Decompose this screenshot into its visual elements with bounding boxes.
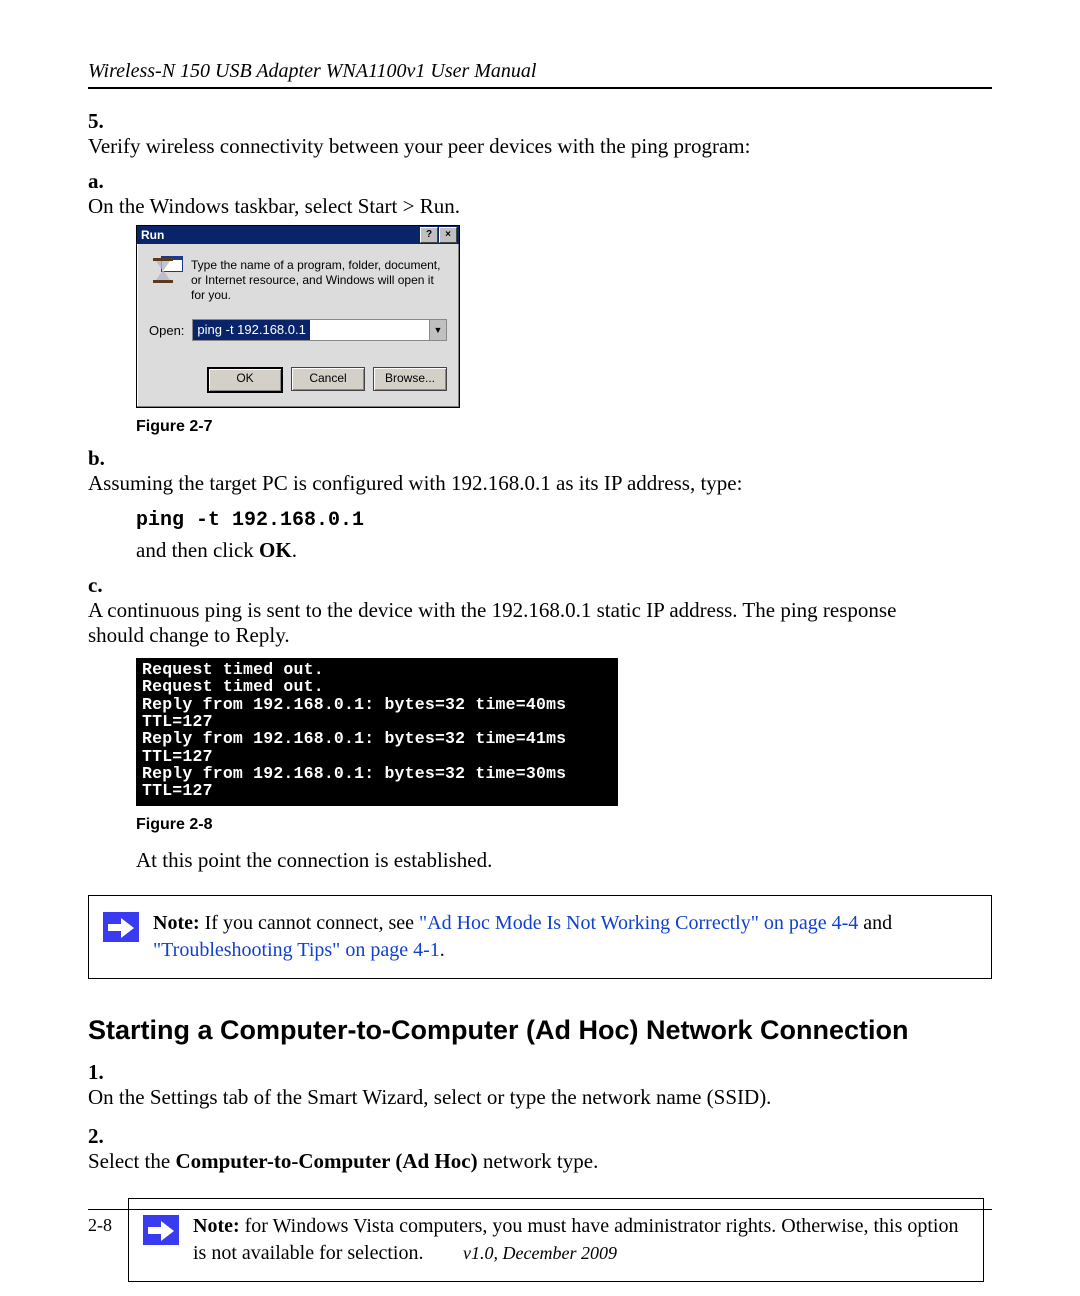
note-label: Note: <box>153 912 205 934</box>
step-5a-text: On the Windows taskbar, select Start > R… <box>88 194 930 219</box>
step-5c-text: A continuous ping is sent to the device … <box>88 598 930 648</box>
console-line: Reply from 192.168.0.1: bytes=32 time=41… <box>142 730 612 765</box>
manual-page: Wireless-N 150 USB Adapter WNA1100v1 Use… <box>0 0 1080 1296</box>
run-description: Type the name of a program, folder, docu… <box>191 256 447 303</box>
ok-bold: OK <box>259 538 292 562</box>
browse-button[interactable]: Browse... <box>373 367 447 391</box>
step-5a: a. On the Windows taskbar, select Start … <box>88 169 960 436</box>
note1-t2: and <box>858 912 892 934</box>
step-number: 5. <box>88 109 116 134</box>
run-titlebar: Run ? × <box>137 226 459 244</box>
console-line: Reply from 192.168.0.1: bytes=32 time=30… <box>142 765 612 800</box>
header-rule <box>88 87 992 89</box>
run-icon <box>149 256 181 288</box>
ping-console-output: Request timed out. Request timed out. Re… <box>136 658 618 806</box>
sub-alpha: a. <box>88 169 114 194</box>
note1-t1: If you cannot connect, see <box>205 912 419 934</box>
connection-established-text: At this point the connection is establis… <box>136 848 960 873</box>
adhoc-step1-text: On the Settings tab of the Smart Wizard,… <box>88 1085 960 1110</box>
note-cannot-connect: Note: If you cannot connect, see "Ad Hoc… <box>88 895 992 979</box>
dropdown-icon[interactable]: ▼ <box>429 320 446 340</box>
section-heading-adhoc: Starting a Computer-to-Computer (Ad Hoc)… <box>88 1015 992 1046</box>
open-label: Open: <box>149 323 184 338</box>
running-header: Wireless-N 150 USB Adapter WNA1100v1 Use… <box>88 60 992 83</box>
note-vista-admin: Note: for Windows Vista computers, you m… <box>128 1198 984 1282</box>
open-combobox[interactable]: ping -t 192.168.0.1 ▼ <box>192 319 447 341</box>
run-dialog: Run ? × <box>136 225 460 408</box>
arrow-icon <box>103 912 139 942</box>
ping-command: ping -t 192.168.0.1 <box>136 509 364 532</box>
link-troubleshooting-tips[interactable]: "Troubleshooting Tips" on page 4-1 <box>153 939 440 961</box>
note1-t3: . <box>440 939 445 961</box>
step-5b: b. Assuming the target PC is configured … <box>88 446 960 563</box>
step-5c: c. A continuous ping is sent to the devi… <box>88 573 960 873</box>
footer-rule <box>88 1209 992 1211</box>
step-number: 1. <box>88 1060 116 1085</box>
close-button[interactable]: × <box>439 227 457 243</box>
console-line: Request timed out. <box>142 661 612 678</box>
adhoc-step2-t2: network type. <box>478 1149 599 1173</box>
footer-version: v1.0, December 2009 <box>0 1243 1080 1264</box>
step-5: 5. Verify wireless connectivity between … <box>88 109 992 873</box>
adhoc-step-1: 1. On the Settings tab of the Smart Wiza… <box>88 1060 992 1110</box>
step-5b-text2a: and then click <box>136 538 259 562</box>
arrow-icon <box>143 1215 179 1245</box>
cancel-button[interactable]: Cancel <box>291 367 365 391</box>
open-input-value: ping -t 192.168.0.1 <box>193 320 309 340</box>
step-5b-text1: Assuming the target PC is configured wit… <box>88 471 742 495</box>
help-button[interactable]: ? <box>420 227 438 243</box>
figure-2-8-caption: Figure 2-8 <box>136 816 960 834</box>
step-number: 2. <box>88 1124 116 1149</box>
note-label: Note: <box>193 1215 245 1237</box>
step-5b-text2c: . <box>292 538 297 562</box>
run-title: Run <box>141 228 164 242</box>
sub-alpha: b. <box>88 446 114 471</box>
step-5-text: Verify wireless connectivity between you… <box>88 134 750 158</box>
adhoc-bold: Computer-to-Computer (Ad Hoc) <box>175 1149 477 1173</box>
link-adhoc-not-working[interactable]: "Ad Hoc Mode Is Not Working Correctly" o… <box>419 912 858 934</box>
console-line: Reply from 192.168.0.1: bytes=32 time=40… <box>142 696 612 731</box>
page-number: 2-8 <box>88 1215 112 1236</box>
console-line: Request timed out. <box>142 678 612 695</box>
sub-alpha: c. <box>88 573 114 598</box>
figure-2-7-caption: Figure 2-7 <box>136 418 960 436</box>
adhoc-step2-t1: Select the <box>88 1149 175 1173</box>
ok-button[interactable]: OK <box>207 367 283 393</box>
